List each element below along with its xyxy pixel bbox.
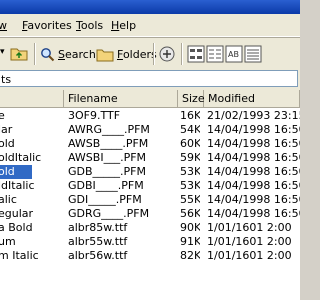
address-text: ts — [1, 73, 12, 86]
cell-size: 53K — [180, 179, 200, 192]
address-bar: ts — [0, 69, 300, 91]
file-list[interactable]: Filename Size Modified e 3OF9.TTF 16K 21… — [0, 90, 300, 300]
cell-name: old — [0, 137, 15, 150]
menu-favorites[interactable]: Favorites — [22, 19, 72, 32]
table-row[interactable]: egular GDRG____.PFM 56K 14/04/1998 16:50 — [0, 207, 300, 221]
cell-name: egular — [0, 207, 34, 220]
menu-bar: w Favorites Tools Help — [0, 14, 300, 37]
column-name[interactable] — [0, 90, 64, 107]
folders-button[interactable]: Folders — [96, 46, 157, 62]
cell-modified: 14/04/1998 16:50 — [207, 207, 300, 220]
search-button[interactable]: Search — [40, 46, 96, 62]
folders-icon — [96, 49, 114, 61]
cell-filename: albr55w.ttf — [68, 235, 128, 248]
cell-size: 91K — [180, 235, 200, 248]
cell-modified: 14/04/1998 16:50 — [207, 179, 300, 192]
column-header: Filename Size Modified — [0, 90, 300, 108]
menu-tools[interactable]: Tools — [76, 19, 103, 32]
cell-size: 60K — [180, 137, 200, 150]
table-row[interactable]: lar AWRG____.PFM 54K 14/04/1998 16:50 — [0, 123, 300, 137]
search-icon — [41, 47, 55, 61]
list-view-icon[interactable] — [206, 45, 224, 63]
cell-size: 53K — [180, 165, 200, 178]
cell-modified: 1/01/1601 2:00 — [207, 235, 292, 248]
cell-name: lar — [0, 123, 13, 136]
cell-modified: 21/02/1993 23:15 — [207, 109, 300, 122]
toolbar-separator — [153, 43, 155, 65]
cell-modified: 14/04/1998 16:50 — [207, 193, 300, 206]
cell-filename: AWSBI___.PFM — [68, 151, 147, 164]
column-filename[interactable]: Filename — [64, 90, 178, 107]
cell-modified: 1/01/1601 2:00 — [207, 221, 292, 234]
title-bar — [0, 0, 300, 14]
cell-size: 90K — [180, 221, 200, 234]
menu-view[interactable]: w — [0, 19, 7, 32]
table-row[interactable]: alic GDI_____.PFM 55K 14/04/1998 16:50 — [0, 193, 300, 207]
toolbar: ▾ Search Folders AB — [0, 37, 300, 71]
cell-filename: 3OF9.TTF — [68, 109, 121, 122]
cell-filename: AWRG____.PFM — [68, 123, 150, 136]
cell-filename: albr85w.ttf — [68, 221, 128, 234]
cell-size: 54K — [180, 123, 200, 136]
cell-size: 82K — [180, 249, 200, 262]
cell-size: 59K — [180, 151, 200, 164]
cell-modified: 14/04/1998 16:50 — [207, 137, 300, 150]
cell-name: alic — [0, 193, 17, 206]
cell-modified: 14/04/1998 16:50 — [207, 151, 300, 164]
table-row[interactable]: e 3OF9.TTF 16K 21/02/1993 23:15 — [0, 109, 300, 123]
cell-filename: GDB_____.PFM — [68, 165, 146, 178]
cell-modified: 1/01/1601 2:00 — [207, 249, 292, 262]
cell-size: 16K — [180, 109, 200, 122]
folder-up-icon[interactable] — [10, 45, 28, 61]
cell-modified: 14/04/1998 16:50 — [207, 123, 300, 136]
folders-label: Folders — [117, 47, 157, 61]
cell-filename: GDBI____.PFM — [68, 179, 144, 192]
back-dropdown-icon[interactable]: ▾ — [0, 47, 5, 57]
table-row-selected[interactable]: old GDB_____.PFM 53K 14/04/1998 16:50 — [0, 165, 300, 179]
cell-size: 55K — [180, 193, 200, 206]
cell-name: old — [0, 165, 15, 178]
cell-modified: 14/04/1998 16:50 — [207, 165, 300, 178]
table-row[interactable]: a Bold albr85w.ttf 90K 1/01/1601 2:00 — [0, 221, 300, 235]
cell-name: ldItalic — [0, 179, 35, 192]
details-view-icon[interactable] — [244, 45, 262, 63]
large-icons-view-icon[interactable] — [187, 45, 205, 63]
cell-name: oldItalic — [0, 151, 42, 164]
menu-help[interactable]: Help — [111, 19, 136, 32]
cell-filename: GDRG____.PFM — [68, 207, 150, 220]
toolbar-separator — [181, 43, 183, 65]
cell-name: um — [0, 235, 16, 248]
svg-text:AB: AB — [228, 50, 239, 59]
toolbar-separator — [34, 43, 36, 65]
table-row[interactable]: m Italic albr56w.ttf 82K 1/01/1601 2:00 — [0, 249, 300, 263]
table-row[interactable]: um albr55w.ttf 91K 1/01/1601 2:00 — [0, 235, 300, 249]
cell-name: a Bold — [0, 221, 33, 234]
cell-name: e — [0, 109, 5, 122]
fonts-icon[interactable] — [158, 45, 176, 63]
cell-filename: AWSB____.PFM — [68, 137, 149, 150]
similarity-view-icon[interactable]: AB — [225, 45, 243, 63]
search-label: Search — [58, 47, 96, 61]
table-row[interactable]: old AWSB____.PFM 60K 14/04/1998 16:50 — [0, 137, 300, 151]
table-row[interactable]: ldItalic GDBI____.PFM 53K 14/04/1998 16:… — [0, 179, 300, 193]
cell-name: m Italic — [0, 249, 39, 262]
column-size[interactable]: Size — [178, 90, 205, 107]
table-row[interactable]: oldItalic AWSBI___.PFM 59K 14/04/1998 16… — [0, 151, 300, 165]
column-modified[interactable]: Modified — [204, 90, 300, 107]
cell-filename: GDI_____.PFM — [68, 193, 142, 206]
cell-filename: albr56w.ttf — [68, 249, 128, 262]
address-field[interactable]: ts — [0, 70, 298, 87]
cell-size: 56K — [180, 207, 200, 220]
